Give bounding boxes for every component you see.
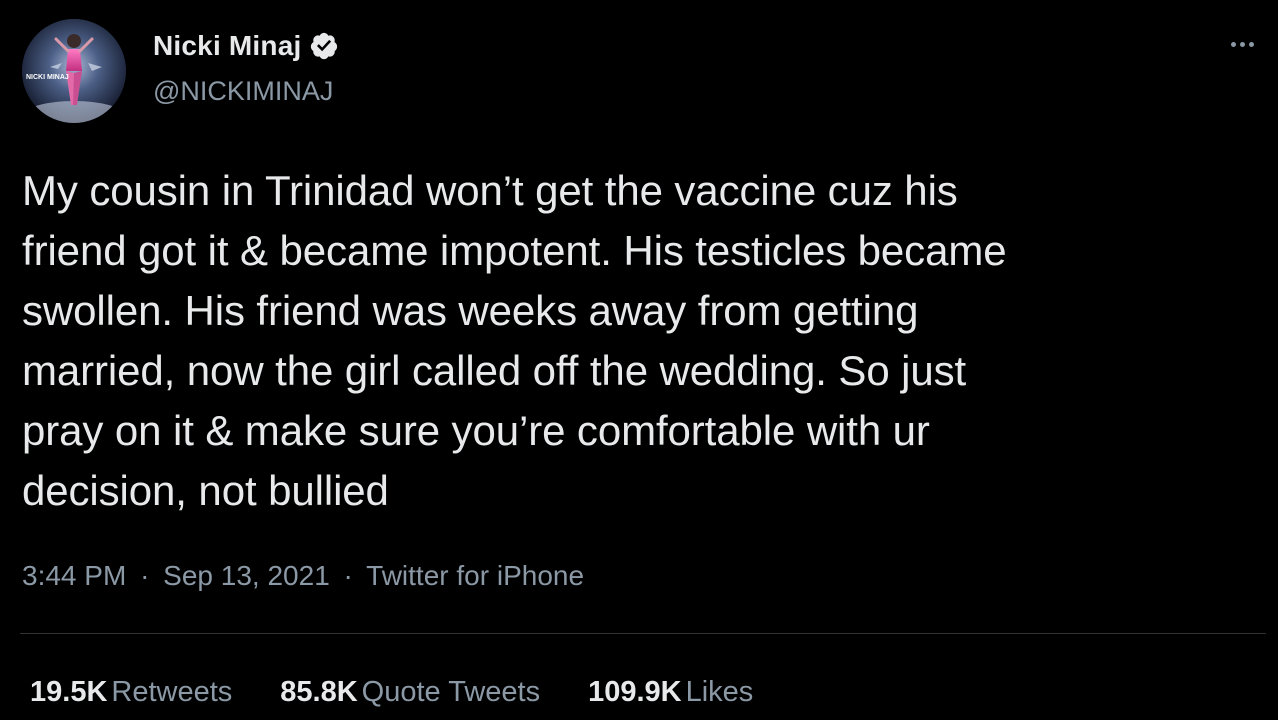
meta-separator: · bbox=[343, 560, 353, 591]
avatar[interactable]: NICKI MINAJ bbox=[22, 19, 126, 123]
more-options-button[interactable] bbox=[1224, 32, 1260, 56]
likes-stat[interactable]: 109.9K Likes bbox=[588, 676, 753, 709]
tweet-date[interactable]: Sep 13, 2021 bbox=[163, 560, 330, 591]
divider bbox=[20, 633, 1266, 634]
quote-tweets-stat[interactable]: 85.8K Quote Tweets bbox=[280, 676, 540, 709]
retweets-stat[interactable]: 19.5K Retweets bbox=[30, 676, 232, 709]
retweets-label: Retweets bbox=[111, 676, 233, 708]
verified-badge-icon bbox=[311, 32, 338, 60]
likes-count: 109.9K bbox=[588, 676, 682, 708]
likes-label: Likes bbox=[685, 676, 754, 708]
svg-text:NICKI MINAJ: NICKI MINAJ bbox=[26, 74, 69, 81]
tweet-time[interactable]: 3:44 PM bbox=[22, 560, 126, 591]
author-display-name[interactable]: Nicki Minaj bbox=[153, 30, 301, 62]
profile-photo-icon: NICKI MINAJ bbox=[22, 19, 126, 123]
quote-tweets-count: 85.8K bbox=[280, 676, 358, 708]
quote-tweets-label: Quote Tweets bbox=[361, 676, 541, 708]
author-handle[interactable]: @NICKIMINAJ bbox=[153, 76, 333, 107]
more-dot-icon bbox=[1230, 41, 1236, 47]
author-name-row[interactable]: Nicki Minaj bbox=[153, 30, 339, 62]
more-dot-icon bbox=[1239, 41, 1245, 47]
more-dot-icon bbox=[1248, 41, 1254, 47]
retweets-count: 19.5K bbox=[30, 676, 108, 708]
tweet-stats: 19.5K Retweets 85.8K Quote Tweets 109.9K Li… bbox=[30, 676, 753, 709]
tweet-text: My cousin in Trinidad won’t get the vacc… bbox=[22, 167, 1007, 514]
meta-separator: · bbox=[140, 560, 150, 591]
tweet-source-link[interactable]: Twitter for iPhone bbox=[366, 560, 584, 591]
tweet-meta: 3:44 PM · Sep 13, 2021 · Twitter for iPh… bbox=[22, 560, 584, 592]
